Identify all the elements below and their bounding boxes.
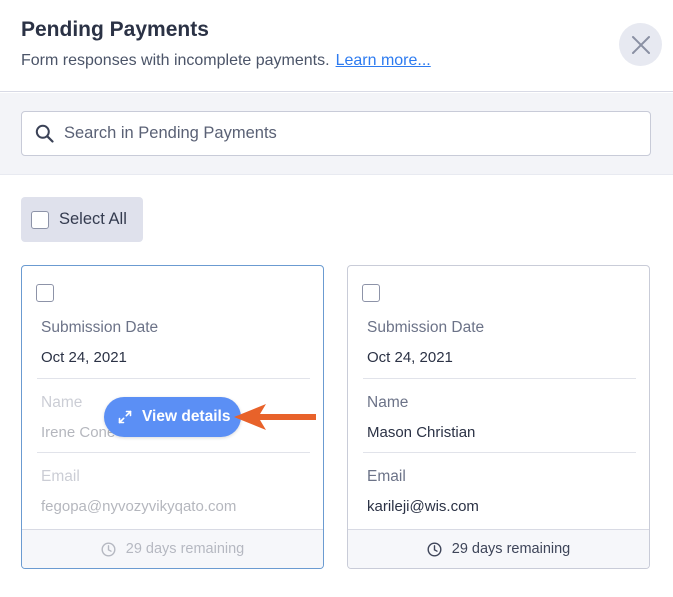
card-checkbox[interactable]	[36, 284, 54, 302]
divider	[37, 452, 310, 453]
clock-icon	[427, 541, 442, 557]
view-details-button[interactable]: View details	[104, 397, 241, 437]
select-all-label: Select All	[59, 210, 127, 228]
expand-icon	[118, 410, 132, 424]
email-field: Email karileji@wis.com	[367, 468, 635, 515]
name-value: Mason Christian	[367, 424, 476, 441]
name-field: Name Mason Christian	[367, 394, 635, 441]
days-remaining: 29 days remaining	[125, 541, 245, 557]
email-value: karileji@wis.com	[367, 498, 479, 515]
divider	[37, 378, 310, 379]
arrow-left-icon	[232, 402, 318, 432]
submission-date-field: Submission Date Oct 24, 2021	[41, 319, 309, 366]
clock-icon	[101, 541, 116, 557]
search-box[interactable]	[21, 111, 651, 156]
close-icon	[631, 35, 651, 55]
submission-date-label: Submission Date	[41, 319, 159, 336]
view-details-label: View details	[142, 408, 231, 425]
page-subtitle: Form responses with incomplete payments.…	[21, 52, 431, 70]
card-footer: 29 days remaining	[22, 529, 323, 568]
email-label: Email	[367, 468, 406, 485]
name-label: Name	[367, 394, 409, 411]
remaining-wrap: 29 days remaining	[101, 541, 245, 557]
select-all-checkbox[interactable]	[31, 210, 49, 229]
page-title: Pending Payments	[21, 18, 209, 41]
dialog-header: Pending Payments Form responses with inc…	[0, 0, 673, 92]
card-checkbox[interactable]	[362, 284, 380, 302]
select-all-button[interactable]: Select All	[21, 197, 143, 242]
submission-date-value: Oct 24, 2021	[367, 349, 453, 366]
email-value: fegopa@nyvozyvikyqato.com	[41, 498, 237, 515]
email-field: Email fegopa@nyvozyvikyqato.com	[41, 468, 309, 515]
submission-date-value: Oct 24, 2021	[41, 349, 127, 366]
divider	[363, 378, 636, 379]
close-button[interactable]	[619, 23, 662, 66]
submission-date-label: Submission Date	[367, 319, 485, 336]
search-section	[0, 93, 673, 175]
card-footer: 29 days remaining	[348, 529, 649, 568]
learn-more-link[interactable]: Learn more...	[336, 52, 431, 69]
payment-card[interactable]: Submission Date Oct 24, 2021 Name Mason …	[347, 265, 650, 569]
email-label: Email	[41, 468, 80, 485]
divider	[363, 452, 636, 453]
search-icon	[35, 124, 54, 143]
submission-date-field: Submission Date Oct 24, 2021	[367, 319, 635, 366]
days-remaining: 29 days remaining	[451, 541, 571, 557]
search-input[interactable]	[64, 124, 624, 143]
subtitle-text: Form responses with incomplete payments.	[21, 52, 330, 69]
